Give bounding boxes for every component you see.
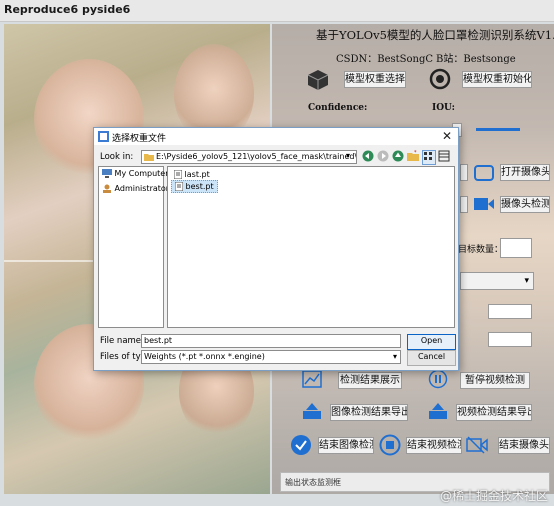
app-heading: 基于YOLOv5模型的人脸口罩检测识别系统V1.0: [316, 28, 554, 42]
close-icon[interactable]: ✕: [440, 129, 454, 143]
pause-icon: [428, 369, 448, 389]
new-folder-icon[interactable]: *: [407, 150, 419, 163]
csdn-label: CSDN：BestSongC: [336, 54, 434, 65]
cancel-button[interactable]: Cancel: [407, 350, 456, 366]
iou-label: IOU:: [432, 103, 455, 113]
file-name: best.pt: [185, 182, 214, 191]
file-list: last.pt best.pt: [167, 166, 455, 328]
file-name-label: File name:: [100, 336, 144, 346]
window-titlebar: Reproduce6 pyside6: [0, 0, 554, 22]
model-init-button[interactable]: 模型权重初始化: [462, 71, 532, 88]
chart-icon: [302, 370, 322, 388]
upload-icon-2: [429, 403, 447, 419]
partial-button-1[interactable]: [460, 164, 468, 181]
detail-view-icon[interactable]: [438, 150, 450, 163]
places-item-label: Administrator: [114, 184, 170, 193]
coord-box-2: [488, 332, 532, 347]
pause-video-button[interactable]: 暂停视频检测: [460, 372, 530, 389]
coord-box-1: [488, 304, 532, 319]
list-view-icon[interactable]: [422, 150, 436, 165]
cube-icon: [307, 70, 329, 90]
forward-icon[interactable]: [377, 150, 389, 163]
chevron-down-icon: ▾: [392, 352, 397, 361]
open-camera-button[interactable]: 打开摄像头: [500, 164, 550, 181]
file-name-input[interactable]: best.pt: [141, 334, 401, 348]
folder-icon: [144, 154, 154, 161]
stop-circle-icon: [379, 434, 401, 456]
places-item-label: My Computer: [114, 169, 169, 178]
dialog-titlebar: 选择权重文件 ✕: [94, 128, 458, 145]
check-circle-icon: [291, 435, 311, 455]
settings-icon: [429, 68, 451, 90]
file-dialog: 选择权重文件 ✕ Look in: E:\Pyside6_yolov5_121\…: [93, 127, 459, 371]
camera-frame-icon: [474, 165, 494, 181]
end-video-button[interactable]: 结束视频检测: [406, 437, 462, 454]
target-count-box: [500, 238, 532, 258]
model-select-button[interactable]: 模型权重选择: [344, 71, 406, 88]
detect-display-button[interactable]: 检测结果展示: [338, 372, 402, 389]
video-camera-icon: [474, 198, 494, 210]
file-icon: [173, 169, 183, 180]
look-in-label: Look in:: [100, 152, 134, 162]
end-camera-button[interactable]: 结束摄像头: [498, 437, 550, 454]
open-button[interactable]: Open: [407, 334, 456, 350]
partial-button-2[interactable]: [460, 196, 468, 213]
target-count-label: 目标数量：: [458, 245, 504, 255]
camera-off-icon: [466, 436, 488, 454]
confidence-label: Confidence:: [308, 103, 368, 113]
file-item-last-pt[interactable]: last.pt: [171, 169, 213, 180]
file-type-value: Weights (*.pt *.onnx *.engine): [144, 352, 265, 361]
camera-detect-button[interactable]: 摄像头检测: [500, 196, 550, 213]
video-export-button[interactable]: 视频检测结果导出: [456, 404, 532, 421]
end-image-button[interactable]: 结束图像检测: [318, 437, 374, 454]
file-item-best-pt[interactable]: best.pt: [171, 180, 218, 193]
image-export-button[interactable]: 图像检测结果导出: [330, 404, 408, 421]
look-in-path: E:\Pyside6_yolov5_121\yolov5_face_mask\t…: [156, 152, 357, 161]
window-title: Reproduce6 pyside6: [4, 3, 131, 16]
bilibili-label: B站：Bestsonge: [436, 54, 516, 65]
chevron-down-icon[interactable]: ▾: [346, 151, 350, 160]
back-icon[interactable]: [362, 150, 374, 163]
look-in-combo[interactable]: E:\Pyside6_yolov5_121\yolov5_face_mask\t…: [141, 150, 357, 164]
file-icon: [174, 181, 184, 192]
user-folder-icon: [103, 184, 111, 193]
watermark: @稀土掘金技术社区: [439, 489, 548, 503]
places-sidebar: My Computer Administrator: [98, 166, 169, 328]
app-icon: [98, 131, 109, 142]
iou-slider[interactable]: [476, 128, 520, 131]
file-name: last.pt: [184, 170, 210, 179]
class-select-dropdown[interactable]: ▾: [460, 272, 534, 290]
file-type-select[interactable]: Weights (*.pt *.onnx *.engine) ▾: [141, 350, 401, 364]
parent-folder-icon[interactable]: [392, 150, 404, 163]
computer-icon: [102, 169, 112, 178]
places-item-administrator[interactable]: Administrator: [102, 184, 169, 193]
places-item-my-computer[interactable]: My Computer: [102, 169, 169, 178]
dialog-title: 选择权重文件: [112, 134, 167, 144]
upload-icon: [303, 403, 321, 419]
